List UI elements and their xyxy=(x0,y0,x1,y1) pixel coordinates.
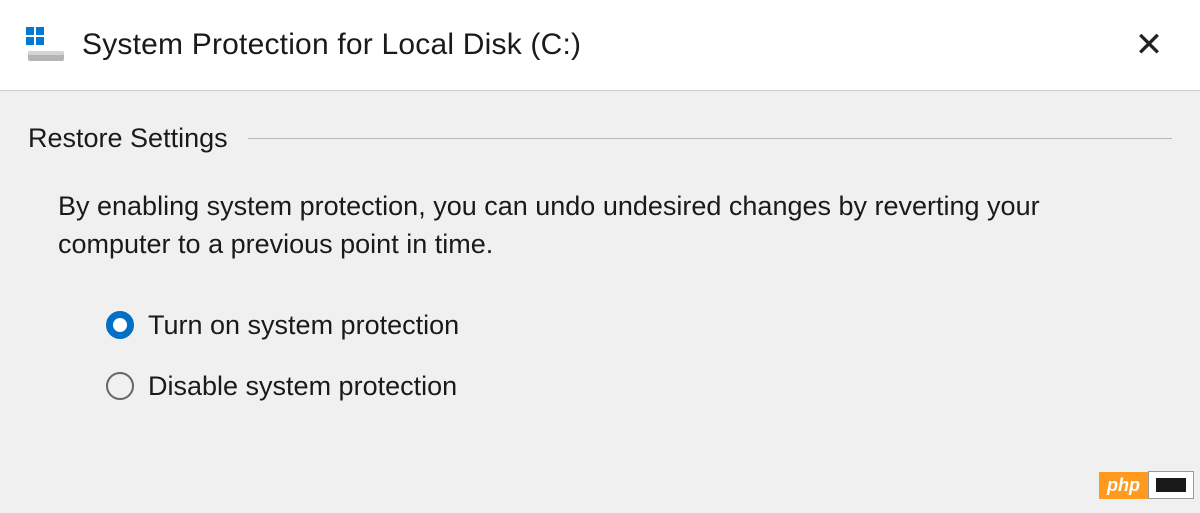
radio-disable[interactable]: Disable system protection xyxy=(106,371,1172,402)
window-title: System Protection for Local Disk (C:) xyxy=(82,28,1124,62)
radio-icon xyxy=(106,311,134,339)
radio-group: Turn on system protection Disable system… xyxy=(106,310,1172,402)
drive-icon xyxy=(26,27,66,63)
section-header: Restore Settings xyxy=(28,123,1172,154)
watermark-text: php xyxy=(1099,472,1148,499)
dialog-content: Restore Settings By enabling system prot… xyxy=(0,91,1200,472)
watermark: php xyxy=(1099,471,1194,499)
divider xyxy=(248,138,1172,139)
radio-icon xyxy=(106,372,134,400)
radio-label: Turn on system protection xyxy=(148,310,459,341)
watermark-logo xyxy=(1148,471,1194,499)
radio-turn-on[interactable]: Turn on system protection xyxy=(106,310,1172,341)
radio-label: Disable system protection xyxy=(148,371,457,402)
titlebar: System Protection for Local Disk (C:) ✕ xyxy=(0,0,1200,91)
section-description: By enabling system protection, you can u… xyxy=(58,188,1142,264)
close-icon[interactable]: ✕ xyxy=(1124,20,1174,70)
section-title: Restore Settings xyxy=(28,123,248,154)
